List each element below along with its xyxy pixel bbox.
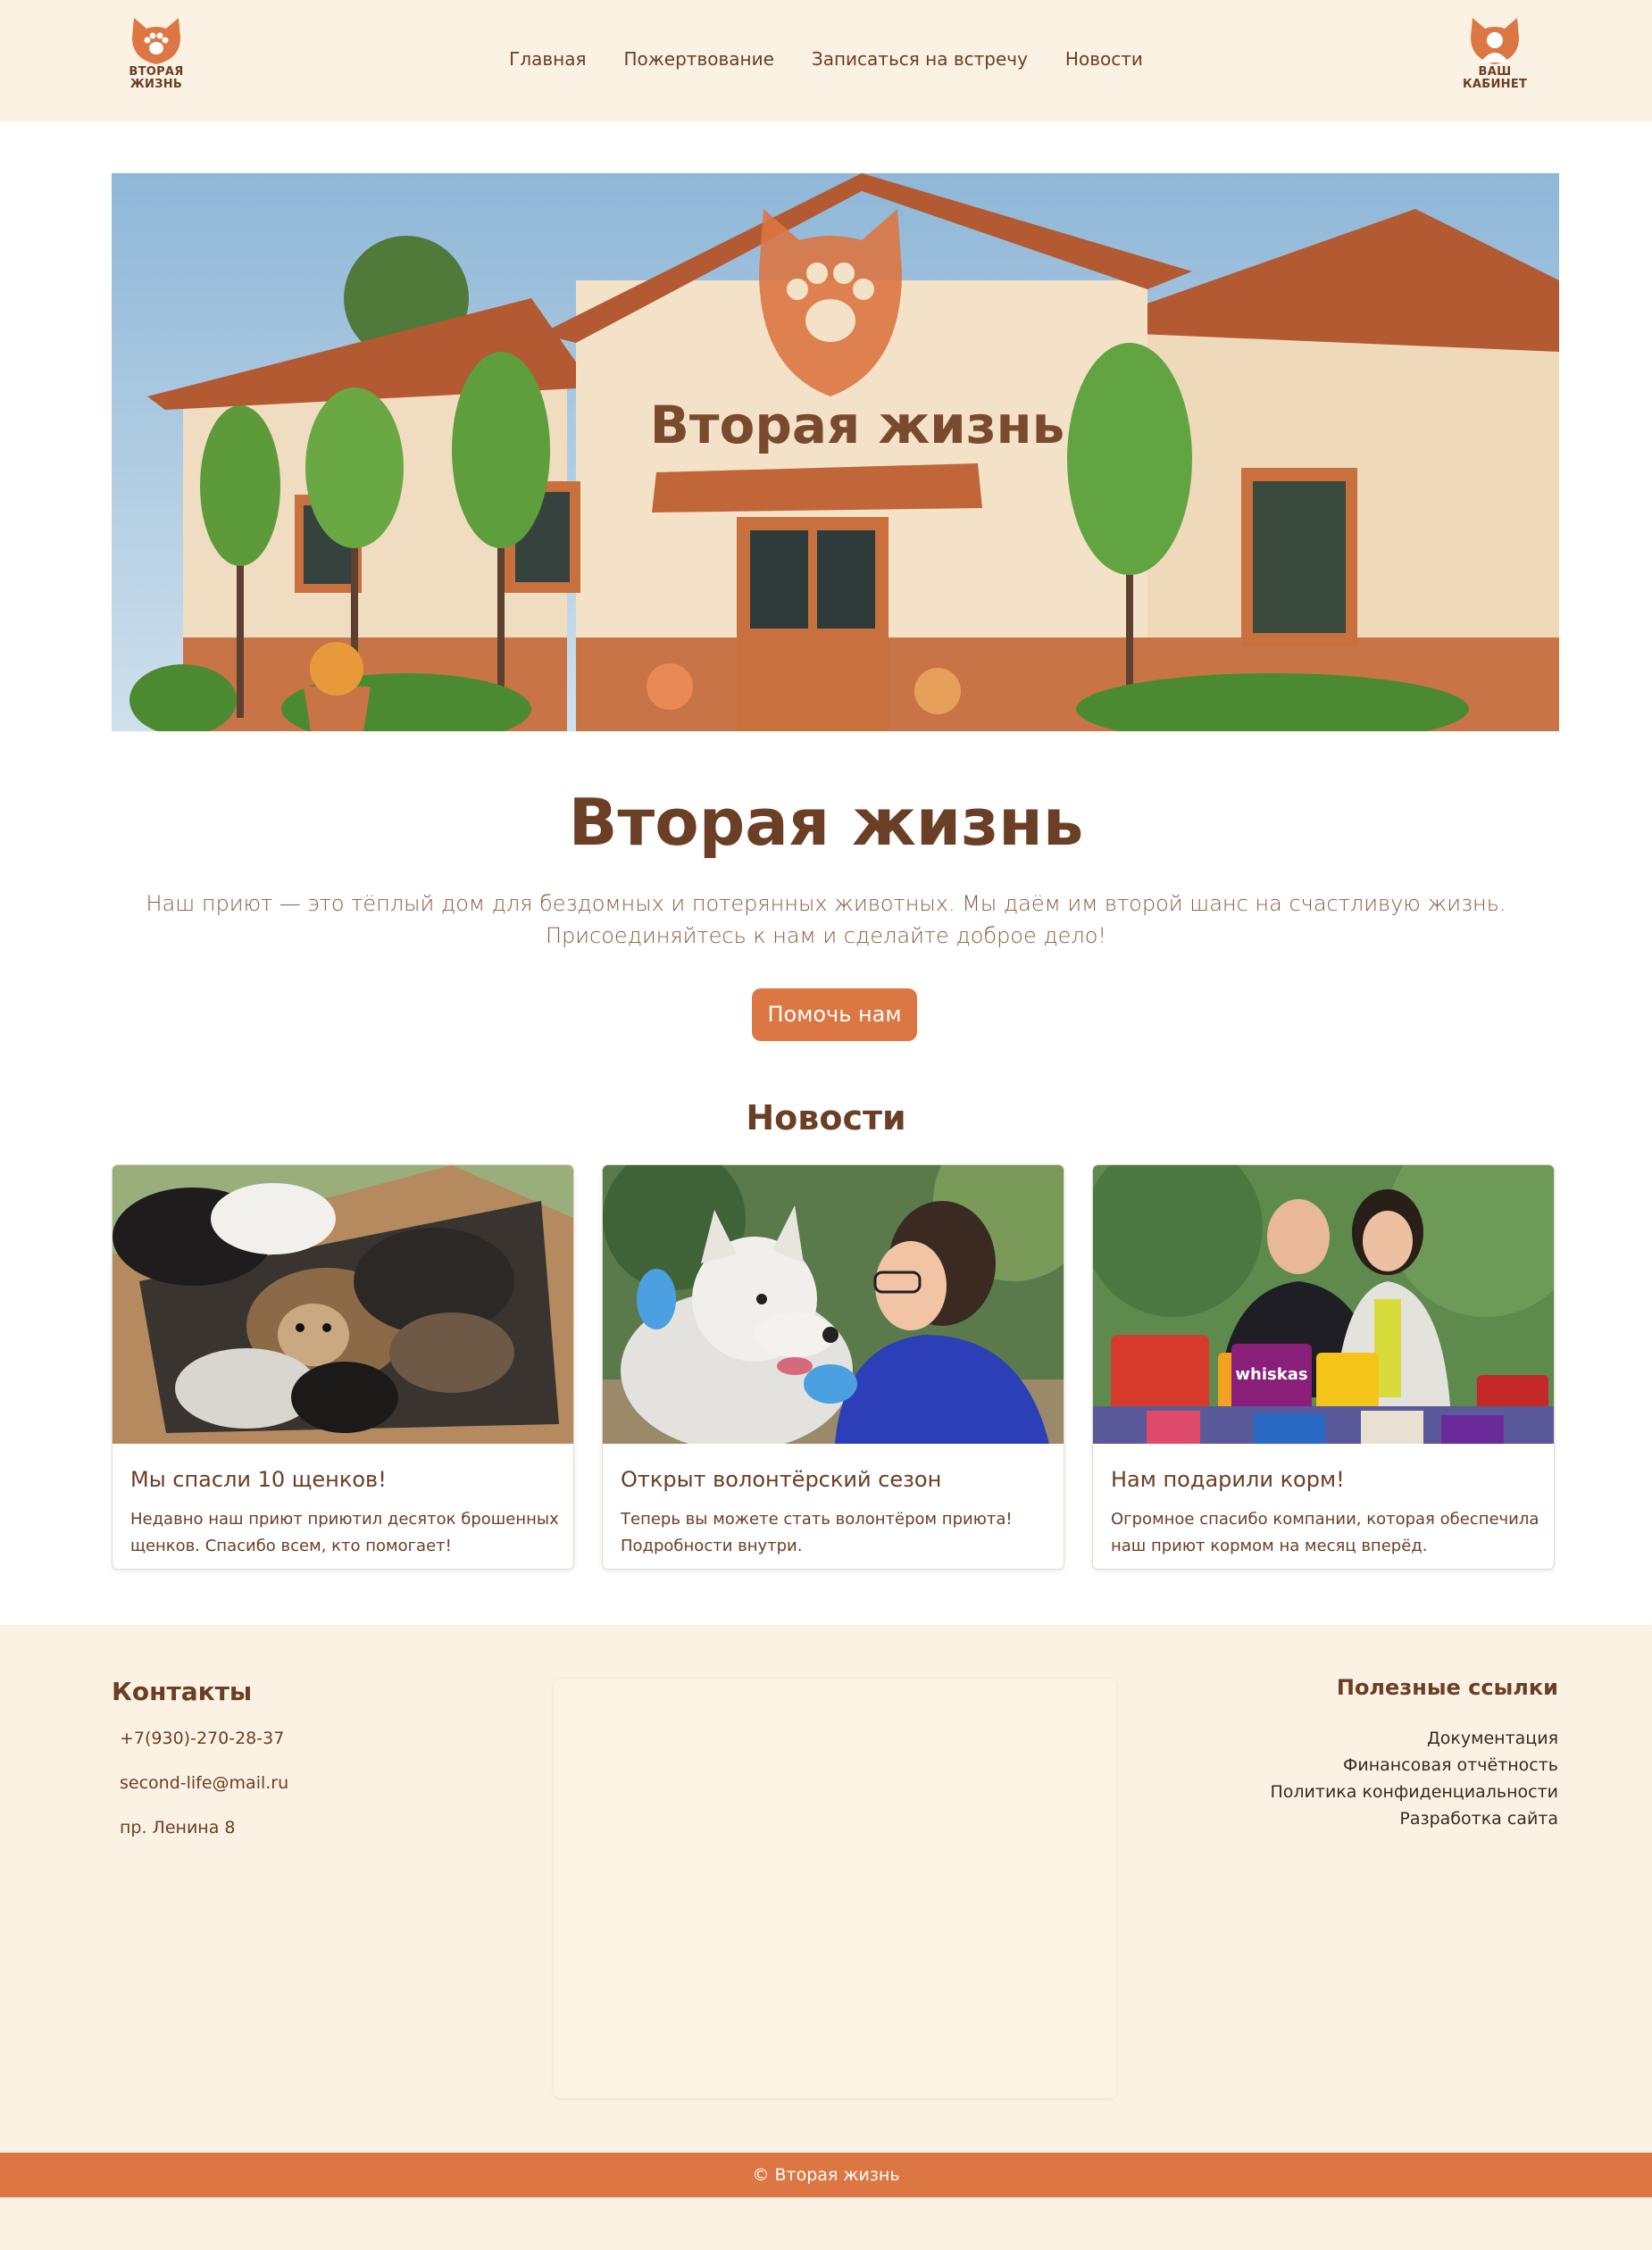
cabinet-link[interactable]: ВАШ КАБИНЕТ — [1463, 16, 1527, 105]
copyright-text: © Вторая жизнь — [752, 2165, 900, 2185]
header: ВТОРАЯ ЖИЗНЬ Главная Пожертвование Запис… — [0, 0, 1652, 121]
news-card-text: Теперь вы можете стать волонтёром приюта… — [621, 1510, 1013, 1555]
intro-text: Наш приют — это тёплый дом для бездомных… — [146, 891, 1506, 948]
news-card-title: Мы спасли 10 щенков! — [130, 1467, 387, 1492]
help-us-button[interactable]: Помочь нам — [752, 988, 917, 1041]
nav-news[interactable]: Новости — [1065, 46, 1143, 71]
nav-home[interactable]: Главная — [509, 46, 586, 71]
food-donation-image: whiskas — [1093, 1165, 1554, 1444]
link-privacy-policy[interactable]: Политика конфиденциальности — [1270, 1779, 1558, 1805]
user-cabinet-icon — [1471, 18, 1519, 64]
news-card[interactable]: whiskas Нам подарили корм! Огромное спас… — [1092, 1164, 1555, 1570]
footer: Контакты +7(930)-270-28-37 second-life@m… — [0, 1625, 1652, 2152]
main-nav: Главная Пожертвование Записаться на встр… — [0, 46, 1652, 71]
copyright-bar: © Вторая жизнь — [0, 2153, 1652, 2197]
link-site-development[interactable]: Разработка сайта — [1270, 1805, 1558, 1832]
main-content: Вторая жизнь Вторая жизнь Наш приют — эт… — [0, 121, 1652, 1625]
useful-links-title: Полезные ссылки — [1336, 1675, 1558, 1700]
link-documentation[interactable]: Документация — [1270, 1725, 1558, 1752]
nav-appointment[interactable]: Записаться на встречу — [812, 46, 1028, 71]
news-card[interactable]: Открыт волонтёрский сезон Теперь вы може… — [602, 1164, 1064, 1570]
contact-phone[interactable]: +7(930)-270-28-37 — [120, 1729, 284, 1748]
page-title: Вторая жизнь — [568, 785, 1084, 860]
building-sign-text: Вторая жизнь — [650, 395, 1065, 455]
news-card-title: Нам подарили корм! — [1111, 1467, 1345, 1492]
news-card-title: Открыт волонтёрский сезон — [621, 1467, 942, 1492]
contacts-title: Контакты — [112, 1677, 253, 1706]
bag-label-text: whiskas — [1235, 1365, 1307, 1384]
volunteer-dog-image — [603, 1165, 1064, 1444]
map-placeholder[interactable] — [554, 1679, 1116, 2098]
news-section-title: Новости — [746, 1098, 906, 1138]
useful-links: Документация Финансовая отчётность Полит… — [1270, 1725, 1558, 1832]
news-card[interactable]: Мы спасли 10 щенков! Недавно наш приют п… — [112, 1164, 574, 1570]
cabinet-text: ВАШ КАБИНЕТ — [1463, 65, 1528, 91]
news-card-text: Огромное спасибо компании, которая обесп… — [1111, 1510, 1539, 1555]
link-financial-report[interactable]: Финансовая отчётность — [1270, 1752, 1558, 1779]
nav-donation[interactable]: Пожертвование — [624, 46, 774, 71]
contact-address: пр. Ленина 8 — [120, 1818, 236, 1838]
contact-email[interactable]: second-life@mail.ru — [120, 1773, 288, 1793]
news-card-text: Недавно наш приют приютил десяток брошен… — [130, 1510, 559, 1555]
puppies-image — [113, 1165, 573, 1444]
page: ВТОРАЯ ЖИЗНЬ Главная Пожертвование Запис… — [0, 0, 1652, 2250]
hero-image: Вторая жизнь — [112, 173, 1559, 731]
